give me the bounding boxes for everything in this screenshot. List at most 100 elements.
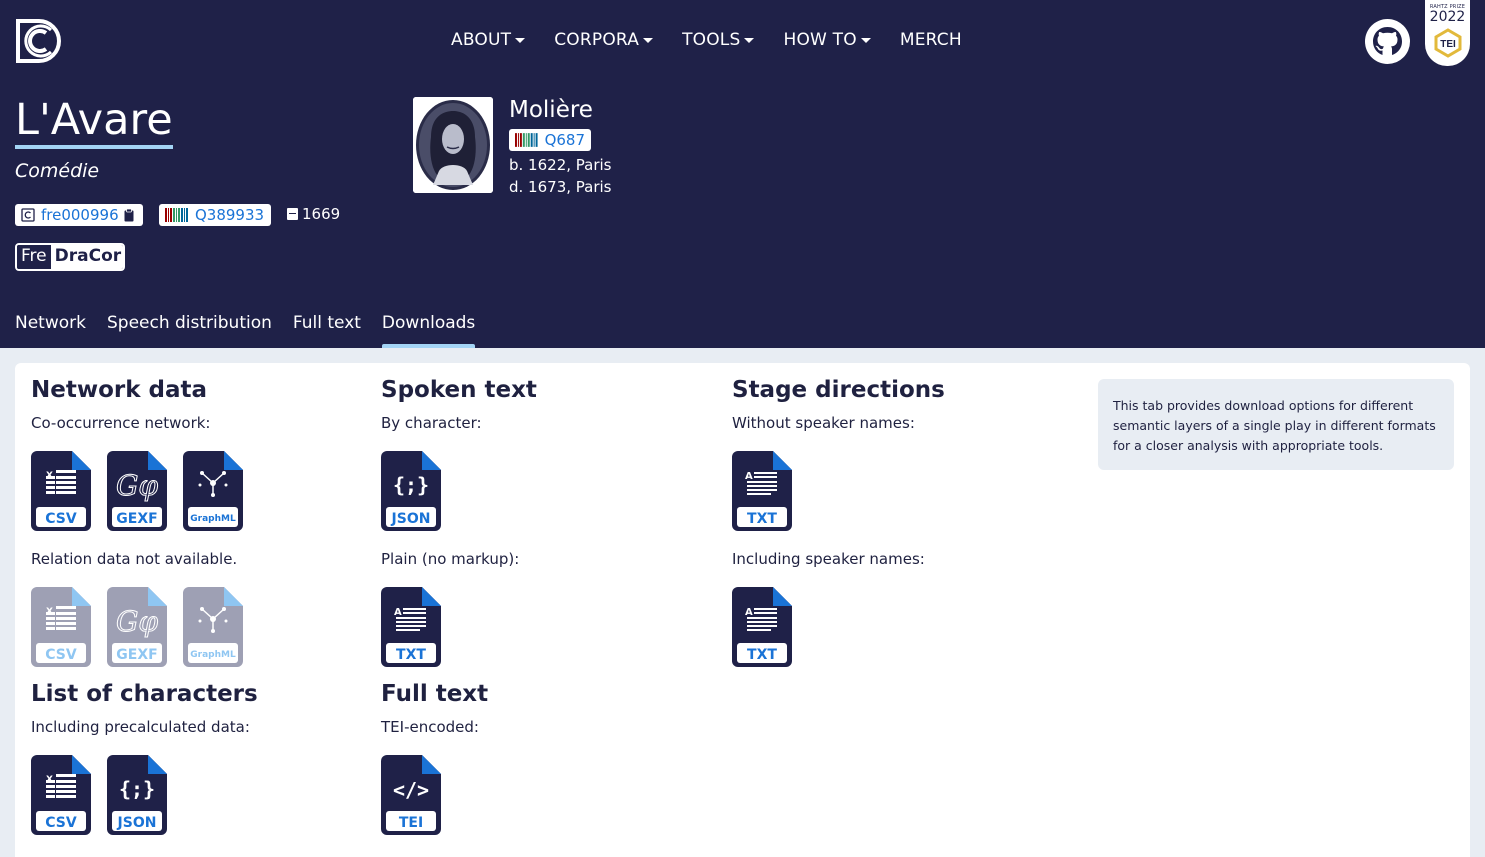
download-network-graphml[interactable]: GraphML: [183, 451, 243, 531]
svg-text:Gφ: Gφ: [116, 469, 158, 502]
play-id-text: fre000996: [41, 206, 119, 224]
badge-tei-text: TEI: [1440, 39, 1456, 50]
nav-how-to-label: HOW TO: [783, 30, 857, 50]
tei-file-label: TEI: [399, 815, 423, 831]
github-icon[interactable]: [1365, 19, 1410, 64]
txt-file-icon: A TXT: [732, 451, 792, 531]
svg-text:</>: </>: [393, 778, 429, 802]
nav-corpora[interactable]: CORPORA: [554, 28, 654, 52]
nav-tools-label: TOOLS: [682, 30, 741, 50]
json-file-icon: {;} JSON: [107, 755, 167, 835]
download-characters-json[interactable]: {;} JSON: [107, 755, 167, 835]
graphml-file-label: GraphML: [190, 650, 236, 660]
nav-how-to[interactable]: HOW TO: [783, 28, 871, 52]
csv-file-icon: XCSV: [31, 755, 91, 835]
characters-label: Including precalculated data:: [31, 718, 250, 736]
play-wikidata-badge[interactable]: Q389933: [159, 204, 271, 226]
download-tei[interactable]: </> TEI: [381, 755, 441, 835]
download-stage-speakers-txt[interactable]: A TXT: [732, 587, 792, 667]
chevron-down-icon: [643, 37, 654, 43]
json-file-icon: {;} JSON: [381, 451, 441, 531]
main-nav: ABOUT CORPORA TOOLS HOW TO MERCH: [451, 28, 991, 52]
txt-file-label: TXT: [747, 647, 777, 663]
corpus-name: DraCor: [50, 245, 123, 269]
txt-file-icon: A TXT: [381, 587, 441, 667]
cooccurrence-label: Co-occurrence network:: [31, 414, 211, 432]
gexf-file-label: GEXF: [116, 511, 157, 527]
nav-tools[interactable]: TOOLS: [682, 28, 755, 52]
relation-gexf-disabled: Gφ GEXF: [107, 587, 167, 667]
spoken-text-title: Spoken text: [381, 377, 537, 403]
author-death: d. 1673, Paris: [509, 178, 612, 196]
csv-file-label: CSV: [45, 511, 77, 527]
stage-directions-title: Stage directions: [732, 377, 945, 403]
nav-merch[interactable]: MERCH: [900, 28, 962, 52]
book-icon: [287, 208, 298, 220]
txt-file-label: TXT: [396, 647, 426, 663]
download-spoken-json[interactable]: {;} JSON: [381, 451, 441, 531]
download-network-csv[interactable]: XCSV: [31, 451, 91, 531]
author-name: Molière: [509, 97, 593, 123]
dracor-logo[interactable]: [15, 18, 61, 64]
plain-label: Plain (no markup):: [381, 550, 520, 568]
corpus-badge[interactable]: Fre DraCor: [15, 243, 125, 271]
svg-text:{;}: {;}: [119, 777, 155, 801]
author-wikidata-badge[interactable]: Q687: [509, 129, 591, 151]
nav-about-label: ABOUT: [451, 30, 512, 50]
corpus-prefix: Fre: [17, 245, 51, 269]
svg-text:A: A: [394, 607, 402, 618]
chevron-down-icon: [515, 37, 526, 43]
graphml-file-icon: GraphML: [183, 451, 243, 531]
downloads-info-box: This tab provides download options for d…: [1098, 379, 1454, 470]
tei-file-icon: </> TEI: [381, 755, 441, 835]
tab-full-text[interactable]: Full text: [293, 313, 361, 348]
nav-about[interactable]: ABOUT: [451, 28, 526, 52]
rahtz-prize-badge[interactable]: RAHTZ PRIZE 2022 TEI: [1425, 0, 1470, 66]
relation-csv-disabled: XCSV: [31, 587, 91, 667]
dracor-mini-icon: [21, 208, 35, 222]
tab-bar: Network Speech distribution Full text Do…: [15, 313, 496, 348]
play-subtitle: Comédie: [15, 160, 100, 182]
wikidata-icon: [165, 208, 188, 222]
play-id-badge[interactable]: fre000996: [15, 204, 143, 226]
network-data-title: Network data: [31, 377, 208, 403]
chevron-down-icon: [744, 37, 755, 43]
json-file-label: JSON: [117, 815, 157, 831]
json-file-label: JSON: [391, 511, 431, 527]
including-speakers-label: Including speaker names:: [732, 550, 925, 568]
author-birth: b. 1622, Paris: [509, 156, 612, 174]
nav-merch-label: MERCH: [899, 30, 962, 50]
tei-logo-icon: TEI: [1434, 28, 1462, 58]
relation-data-label: Relation data not available.: [31, 550, 238, 568]
download-stage-txt[interactable]: A TXT: [732, 451, 792, 531]
graphml-file-icon: GraphML: [183, 587, 243, 667]
gexf-file-icon: Gφ GEXF: [107, 587, 167, 667]
graphml-file-label: GraphML: [190, 514, 236, 524]
characters-title: List of characters: [31, 681, 258, 707]
tab-downloads[interactable]: Downloads: [381, 313, 476, 348]
tab-speech-distribution[interactable]: Speech distribution: [107, 313, 272, 348]
without-speakers-label: Without speaker names:: [732, 414, 915, 432]
by-character-label: By character:: [381, 414, 482, 432]
play-year: 1669: [287, 205, 340, 223]
tei-encoded-label: TEI-encoded:: [381, 718, 479, 736]
txt-file-label: TXT: [747, 511, 777, 527]
csv-file-icon: XCSV: [31, 451, 91, 531]
full-text-title: Full text: [381, 681, 489, 707]
svg-text:{;}: {;}: [393, 473, 429, 497]
gexf-file-icon: Gφ GEXF: [107, 451, 167, 531]
gexf-file-label: GEXF: [116, 647, 157, 663]
tab-network[interactable]: Network: [15, 313, 86, 348]
download-spoken-txt[interactable]: A TXT: [381, 587, 441, 667]
txt-file-icon: A TXT: [732, 587, 792, 667]
csv-file-icon: XCSV: [31, 587, 91, 667]
csv-file-label: CSV: [45, 647, 77, 663]
download-characters-csv[interactable]: XCSV: [31, 755, 91, 835]
relation-graphml-disabled: GraphML: [183, 587, 243, 667]
wikidata-icon: [515, 133, 538, 147]
clipboard-icon[interactable]: [124, 208, 134, 222]
header-bar: ABOUT CORPORA TOOLS HOW TO MERCH RAHTZ P…: [0, 0, 1485, 348]
download-network-gexf[interactable]: Gφ GEXF: [107, 451, 167, 531]
nav-corpora-label: CORPORA: [554, 30, 640, 50]
svg-text:Gφ: Gφ: [116, 605, 158, 638]
